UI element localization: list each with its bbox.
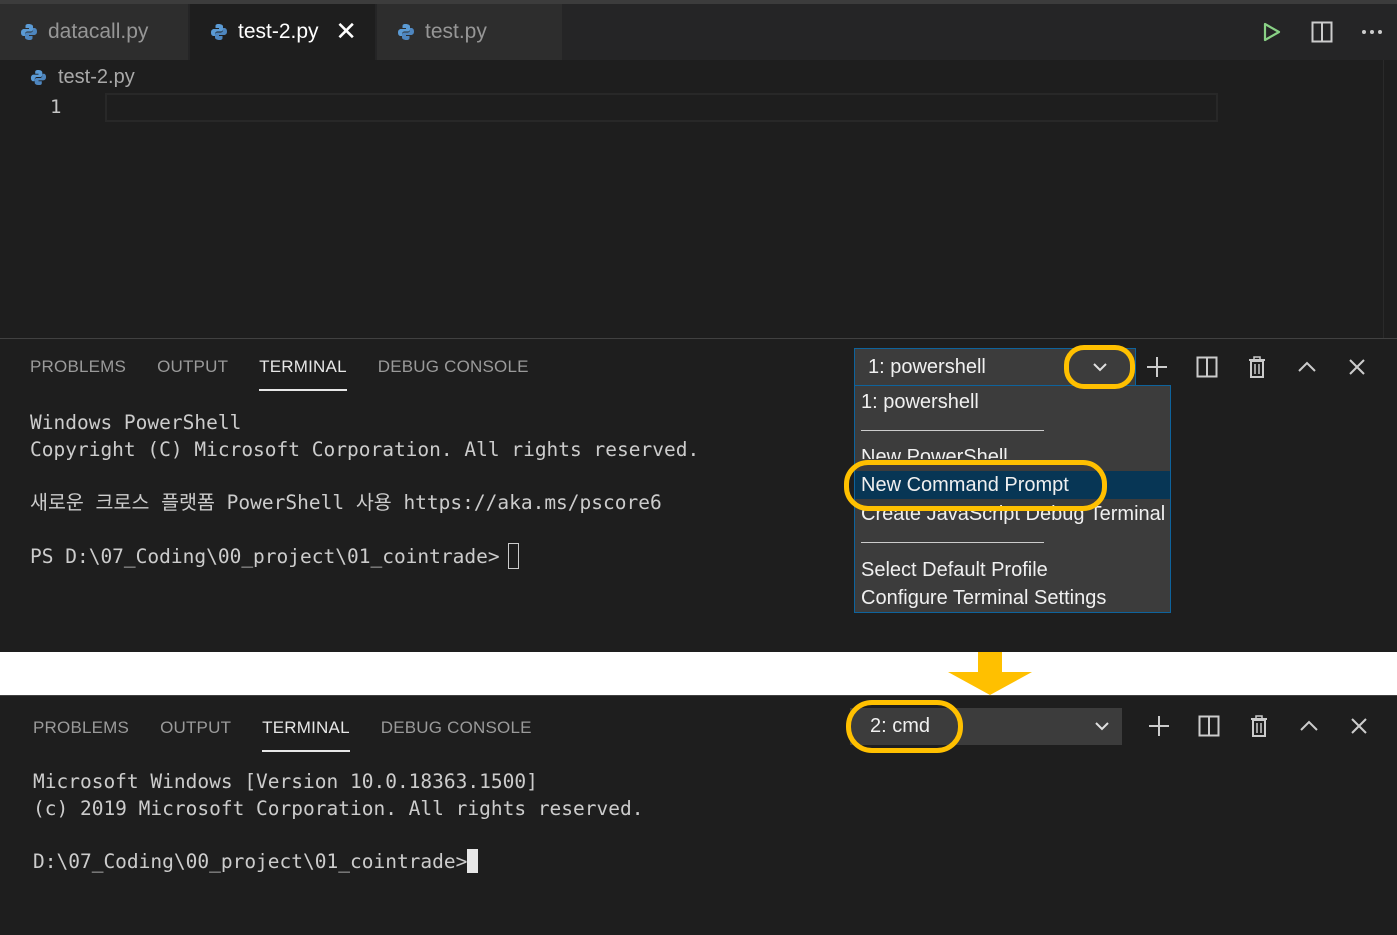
trash-icon[interactable] [1232,347,1282,387]
terminal-prompt: PS D:\07_Coding\00_project\01_cointrade> [30,545,500,568]
panel-actions [1132,347,1382,387]
terminal-panel: PROBLEMS OUTPUT TERMINAL DEBUG CONSOLE W… [0,338,1397,652]
editor-actions [1247,4,1397,60]
down-arrow-icon [948,652,1032,695]
terminal-cursor [507,543,519,569]
highlight-cmd-terminal [846,700,963,753]
split-terminal-icon[interactable] [1182,347,1232,387]
breadcrumb-label: test-2.py [58,65,135,88]
run-icon[interactable] [1247,4,1297,60]
tab-datacall[interactable]: datacall.py [0,4,188,60]
tab-debug-console[interactable]: DEBUG CONSOLE [378,357,529,391]
close-icon[interactable] [1332,347,1382,387]
terminal-panel-cmd: PROBLEMS OUTPUT TERMINAL DEBUG CONSOLE 2… [0,695,1397,935]
panel-tab-list: PROBLEMS OUTPUT TERMINAL DEBUG CONSOLE [33,718,563,752]
terminal-output-line: Microsoft Windows [Version 10.0.18363.15… [33,770,538,793]
terminal-output-line: Windows PowerShell [30,411,242,434]
tab-label: test-2.py [238,20,319,43]
menu-item-powershell[interactable]: 1: powershell [861,388,979,416]
chevron-up-icon[interactable] [1282,347,1332,387]
tab-problems[interactable]: PROBLEMS [30,357,126,391]
tab-output[interactable]: OUTPUT [160,718,231,752]
plus-icon[interactable] [1132,347,1182,387]
terminal-cursor [467,849,479,873]
tab-test[interactable]: test.py [377,4,562,60]
menu-separator [861,430,1044,431]
python-file-icon [211,24,227,40]
chevron-up-icon[interactable] [1284,706,1334,746]
tab-label: test.py [425,20,487,43]
panel-tab-list: PROBLEMS OUTPUT TERMINAL DEBUG CONSOLE [30,357,560,391]
highlight-chevron [1064,345,1135,389]
tab-output[interactable]: OUTPUT [157,357,228,391]
menu-item-new-powershell[interactable]: New PowerShell [861,443,1008,459]
editor-scrollbar[interactable] [1383,60,1397,338]
terminal-output-line: (c) 2019 Microsoft Corporation. All righ… [33,797,644,820]
tab-terminal[interactable]: TERMINAL [259,357,347,391]
more-actions-icon[interactable] [1347,4,1397,60]
close-icon[interactable]: ✕ [335,18,357,44]
menu-separator [861,542,1044,543]
panel-actions [1134,706,1384,746]
plus-icon[interactable] [1134,706,1184,746]
terminal-output-line: 새로운 크로스 플랫폼 PowerShell 사용 https://aka.ms… [30,491,662,514]
terminal-prompt-line[interactable]: PS D:\07_Coding\00_project\01_cointrade> [30,543,519,570]
tab-problems[interactable]: PROBLEMS [33,718,129,752]
highlight-new-command-prompt [844,460,1107,511]
close-icon[interactable] [1334,706,1384,746]
editor-tab-bar: datacall.py test-2.py ✕ test.py [0,0,1397,60]
terminal-select-value: 1: powershell [868,355,986,378]
tab-test-2[interactable]: test-2.py ✕ [190,4,375,60]
python-file-icon [21,24,37,40]
breadcrumb[interactable]: test-2.py [30,64,135,90]
tab-terminal[interactable]: TERMINAL [262,718,350,752]
terminal-prompt: D:\07_Coding\00_project\01_cointrade> [33,850,468,873]
terminal-output-line: Copyright (C) Microsoft Corporation. All… [30,438,700,461]
menu-item-select-default-profile[interactable]: Select Default Profile [861,556,1048,584]
menu-item-configure-terminal-settings[interactable]: Configure Terminal Settings [861,584,1106,612]
python-file-icon [30,69,47,85]
vscode-window-top: datacall.py test-2.py ✕ test.py test-2.p… [0,0,1397,652]
split-terminal-icon[interactable] [1184,706,1234,746]
tab-label: datacall.py [48,20,149,43]
split-editor-icon[interactable] [1297,4,1347,60]
tab-debug-console[interactable]: DEBUG CONSOLE [381,718,532,752]
chevron-down-icon[interactable] [1094,721,1110,731]
code-editor-line[interactable] [105,93,1218,122]
trash-icon[interactable] [1234,706,1284,746]
terminal-prompt-line[interactable]: D:\07_Coding\00_project\01_cointrade> [33,849,479,875]
line-number: 1 [50,96,62,118]
python-file-icon [398,24,414,40]
